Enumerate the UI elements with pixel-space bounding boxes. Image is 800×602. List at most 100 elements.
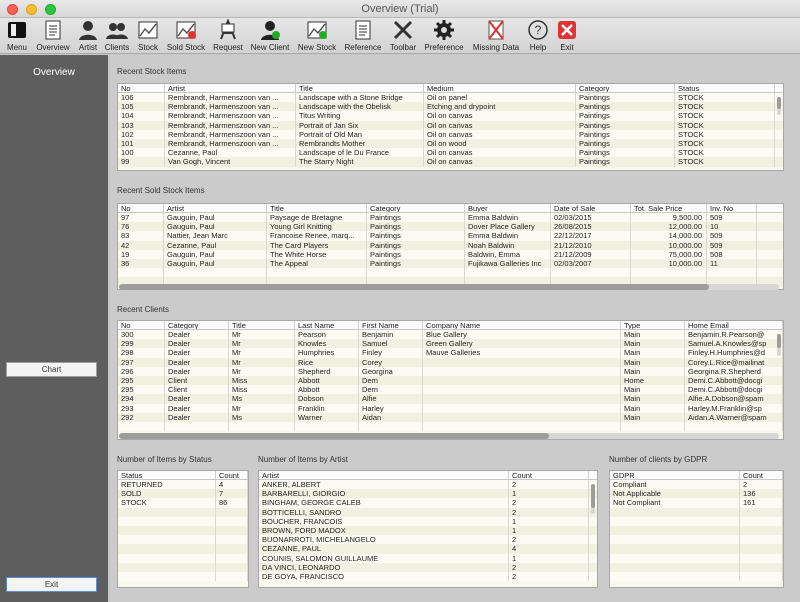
column-header[interactable]: Title bbox=[267, 204, 367, 212]
table-row[interactable]: Not Compliant 161 bbox=[610, 498, 783, 508]
table-row[interactable]: ANKER, ALBERT 2 bbox=[259, 480, 597, 490]
table-cell: Home bbox=[621, 375, 685, 386]
column-header[interactable]: Last Name bbox=[295, 321, 359, 329]
table-row[interactable]: Compliant 2 bbox=[610, 480, 783, 490]
table-row[interactable]: 294 Dealer Ms Dobson Alfie Main Alfie.A.Dobson… bbox=[118, 394, 783, 404]
by-artist-scrollbar[interactable] bbox=[591, 484, 595, 514]
table-row[interactable]: 76 Gauguin, Paul Young Girl Knitting Painti… bbox=[118, 222, 783, 232]
table-row[interactable]: BARBARELLI, GIORGIO 1 bbox=[259, 489, 597, 499]
column-header[interactable]: Tot. Sale Price bbox=[631, 204, 707, 212]
table-row[interactable]: 103 Rembrandt, Harmenszoon van ... Portrai… bbox=[118, 120, 783, 130]
column-header[interactable]: Count bbox=[740, 471, 783, 479]
table-row[interactable]: 293 Dealer Mr Franklin Harley Main Harley.M.Fr… bbox=[118, 403, 783, 413]
table-row[interactable]: COUNIS, SALOMON GUILLAUME 1 bbox=[259, 553, 597, 563]
table-row[interactable]: BUONARROTI, MICHELANGELO 2 bbox=[259, 535, 597, 545]
table-row[interactable]: RETURNED 4 bbox=[118, 480, 248, 490]
column-header[interactable]: Status bbox=[675, 84, 775, 92]
exit-button[interactable]: Exit bbox=[6, 577, 97, 592]
column-header[interactable]: Inv. No bbox=[707, 204, 757, 212]
toolbar-stock-button[interactable]: Stock bbox=[132, 18, 164, 54]
toolbar-reference-button[interactable]: Reference bbox=[345, 18, 381, 54]
by-status-table[interactable]: Status Count RETURNED 4 SOLD 7 STOCK 86 bbox=[117, 470, 249, 588]
table-row[interactable]: 99 Van Gogh, Vincent The Starry Night Oil o… bbox=[118, 157, 783, 167]
recent-sold-hscrollbar[interactable] bbox=[119, 284, 779, 290]
recent-clients-table[interactable]: No Category Title Last Name First Name Compan… bbox=[117, 320, 784, 440]
by-gdpr-table[interactable]: GDPR Count Compliant 2 Not Applicable 136 Not … bbox=[609, 470, 784, 588]
table-row[interactable]: 106 Rembrandt, Harmenszoon van ... Landsca… bbox=[118, 93, 783, 103]
table-row[interactable]: BINGHAM, GEORGE CALEB 2 bbox=[259, 498, 597, 508]
column-header[interactable]: Count bbox=[216, 471, 248, 479]
column-header[interactable]: Artist bbox=[164, 204, 267, 212]
toolbar-exit-button[interactable]: Exit bbox=[551, 18, 583, 54]
column-header[interactable]: Artist bbox=[259, 471, 509, 479]
recent-stock-scrollbar[interactable] bbox=[777, 97, 781, 115]
table-row[interactable]: DE GOYA, FRANCISCO 2 bbox=[259, 571, 597, 582]
column-header[interactable]: Category bbox=[367, 204, 465, 212]
minimize-window-button[interactable] bbox=[26, 4, 37, 15]
toolbar-request-button[interactable]: Request bbox=[212, 18, 244, 54]
table-row[interactable]: Not Applicable 136 bbox=[610, 489, 783, 499]
column-header[interactable]: Company Name bbox=[423, 321, 621, 329]
table-row[interactable]: 83 Nattier, Jean Marc Francoise Renee, mar… bbox=[118, 231, 783, 241]
table-row[interactable]: 97 Gauguin, Paul Paysage de Bretagne Painti… bbox=[118, 213, 783, 223]
table-row[interactable]: 296 Dealer Mr Shepherd Georgina Main Georgina.… bbox=[118, 366, 783, 376]
table-row[interactable]: 102 Rembrandt, Harmenszoon van ... Portrai… bbox=[118, 129, 783, 139]
column-header[interactable]: Date of Sale bbox=[551, 204, 631, 212]
table-row[interactable]: 300 Dealer Mr Pearson Benjamin Blue Gallery Ma… bbox=[118, 330, 783, 340]
column-header[interactable]: Buyer bbox=[465, 204, 551, 212]
column-header[interactable]: Status bbox=[118, 471, 216, 479]
column-header[interactable]: No bbox=[118, 321, 165, 329]
column-header[interactable]: No bbox=[118, 84, 165, 92]
table-row[interactable]: 297 Dealer Mr Rice Corey Main Corey.L.Rice@mai… bbox=[118, 357, 783, 367]
table-cell: Emma Baldwin bbox=[465, 213, 551, 223]
table-row[interactable]: BOTTICELLI, SANDRO 2 bbox=[259, 507, 597, 517]
table-row[interactable]: BOUCHER, FRANCOIS 1 bbox=[259, 516, 597, 526]
toolbar-preference-button[interactable]: Preference bbox=[424, 18, 464, 54]
toolbar-missing-data-button[interactable]: Missing Data bbox=[473, 18, 519, 54]
table-row[interactable]: 299 Dealer Mr Knowles Samuel Green Gallery Mai… bbox=[118, 339, 783, 349]
recent-stock-table[interactable]: No Artist Title Medium Category Status 106 Remb… bbox=[117, 83, 784, 171]
column-header[interactable]: Home Email bbox=[685, 321, 783, 329]
table-cell: Gauguin, Paul bbox=[164, 249, 267, 259]
table-row[interactable]: CEZANNE, PAUL 4 bbox=[259, 544, 597, 554]
column-header[interactable]: Category bbox=[165, 321, 229, 329]
column-header[interactable]: No bbox=[118, 204, 164, 212]
table-row[interactable]: STOCK 86 bbox=[118, 498, 248, 508]
table-row[interactable]: 100 Cezanne, Paul Landscape of le Du Franc… bbox=[118, 148, 783, 158]
column-header[interactable]: Artist bbox=[165, 84, 296, 92]
zoom-window-button[interactable] bbox=[45, 4, 56, 15]
table-row[interactable]: SOLD 7 bbox=[118, 489, 248, 499]
column-header[interactable]: Count bbox=[509, 471, 589, 479]
column-header[interactable]: GDPR bbox=[610, 471, 740, 479]
column-header[interactable]: Medium bbox=[424, 84, 576, 92]
column-header[interactable]: Category bbox=[576, 84, 675, 92]
recent-sold-table[interactable]: No Artist Title Category Buyer Date of Sale To… bbox=[117, 203, 784, 290]
table-cell: 10,000.00 bbox=[631, 240, 707, 250]
table-cell: STOCK bbox=[675, 138, 775, 149]
table-row[interactable]: 292 Dealer Ms Warner Aidan Main Aidan.A.Warner… bbox=[118, 412, 783, 422]
table-row[interactable]: 295 Client Miss Abbott Dem Home Demi.C.Abbott@… bbox=[118, 375, 783, 386]
table-row[interactable]: 295 Client Miss Abbott Dem Main Demi.C.Abbott@… bbox=[118, 385, 783, 395]
table-row[interactable]: 101 Rembrandt, Harmenszoon van ... Rembran… bbox=[118, 138, 783, 149]
table-row[interactable]: DA VINCI, LEONARDO 2 bbox=[259, 562, 597, 572]
table-row[interactable]: 42 Cezanne, Paul The Card Players Paintings… bbox=[118, 240, 783, 250]
toolbar-sold-stock-button[interactable]: Sold Stock bbox=[167, 18, 205, 54]
table-row[interactable]: 19 Gauguin, Paul The White Horse Paintings B… bbox=[118, 249, 783, 259]
toolbar-new-client-button[interactable]: New Client bbox=[251, 18, 289, 54]
recent-clients-scrollbar[interactable] bbox=[777, 334, 781, 356]
table-row[interactable]: 298 Dealer Mr Humphries Finley Mauve Gallerie… bbox=[118, 348, 783, 358]
toolbar-toolbar-button[interactable]: Toolbar bbox=[387, 18, 419, 54]
chart-button[interactable]: Chart bbox=[6, 362, 97, 377]
recent-clients-hscrollbar[interactable] bbox=[119, 433, 779, 439]
by-artist-table[interactable]: Artist Count ANKER, ALBERT 2 BARBARELLI, GIO… bbox=[258, 470, 598, 588]
table-row[interactable]: 104 Rembrandt, Harmenszoon van ... Titus W… bbox=[118, 111, 783, 121]
column-header[interactable]: Type bbox=[621, 321, 685, 329]
table-row[interactable]: 105 Rembrandt, Harmenszoon van ... Landsca… bbox=[118, 102, 783, 112]
column-header[interactable]: First Name bbox=[359, 321, 423, 329]
column-header[interactable]: Title bbox=[229, 321, 295, 329]
table-row[interactable]: BROWN, FORD MADOX 1 bbox=[259, 525, 597, 536]
column-header[interactable]: Title bbox=[296, 84, 424, 92]
table-row[interactable]: 36 Gauguin, Paul The Appeal Paintings Fujika… bbox=[118, 258, 783, 269]
close-window-button[interactable] bbox=[7, 4, 18, 15]
toolbar-new-stock-button[interactable]: New Stock bbox=[298, 18, 336, 54]
